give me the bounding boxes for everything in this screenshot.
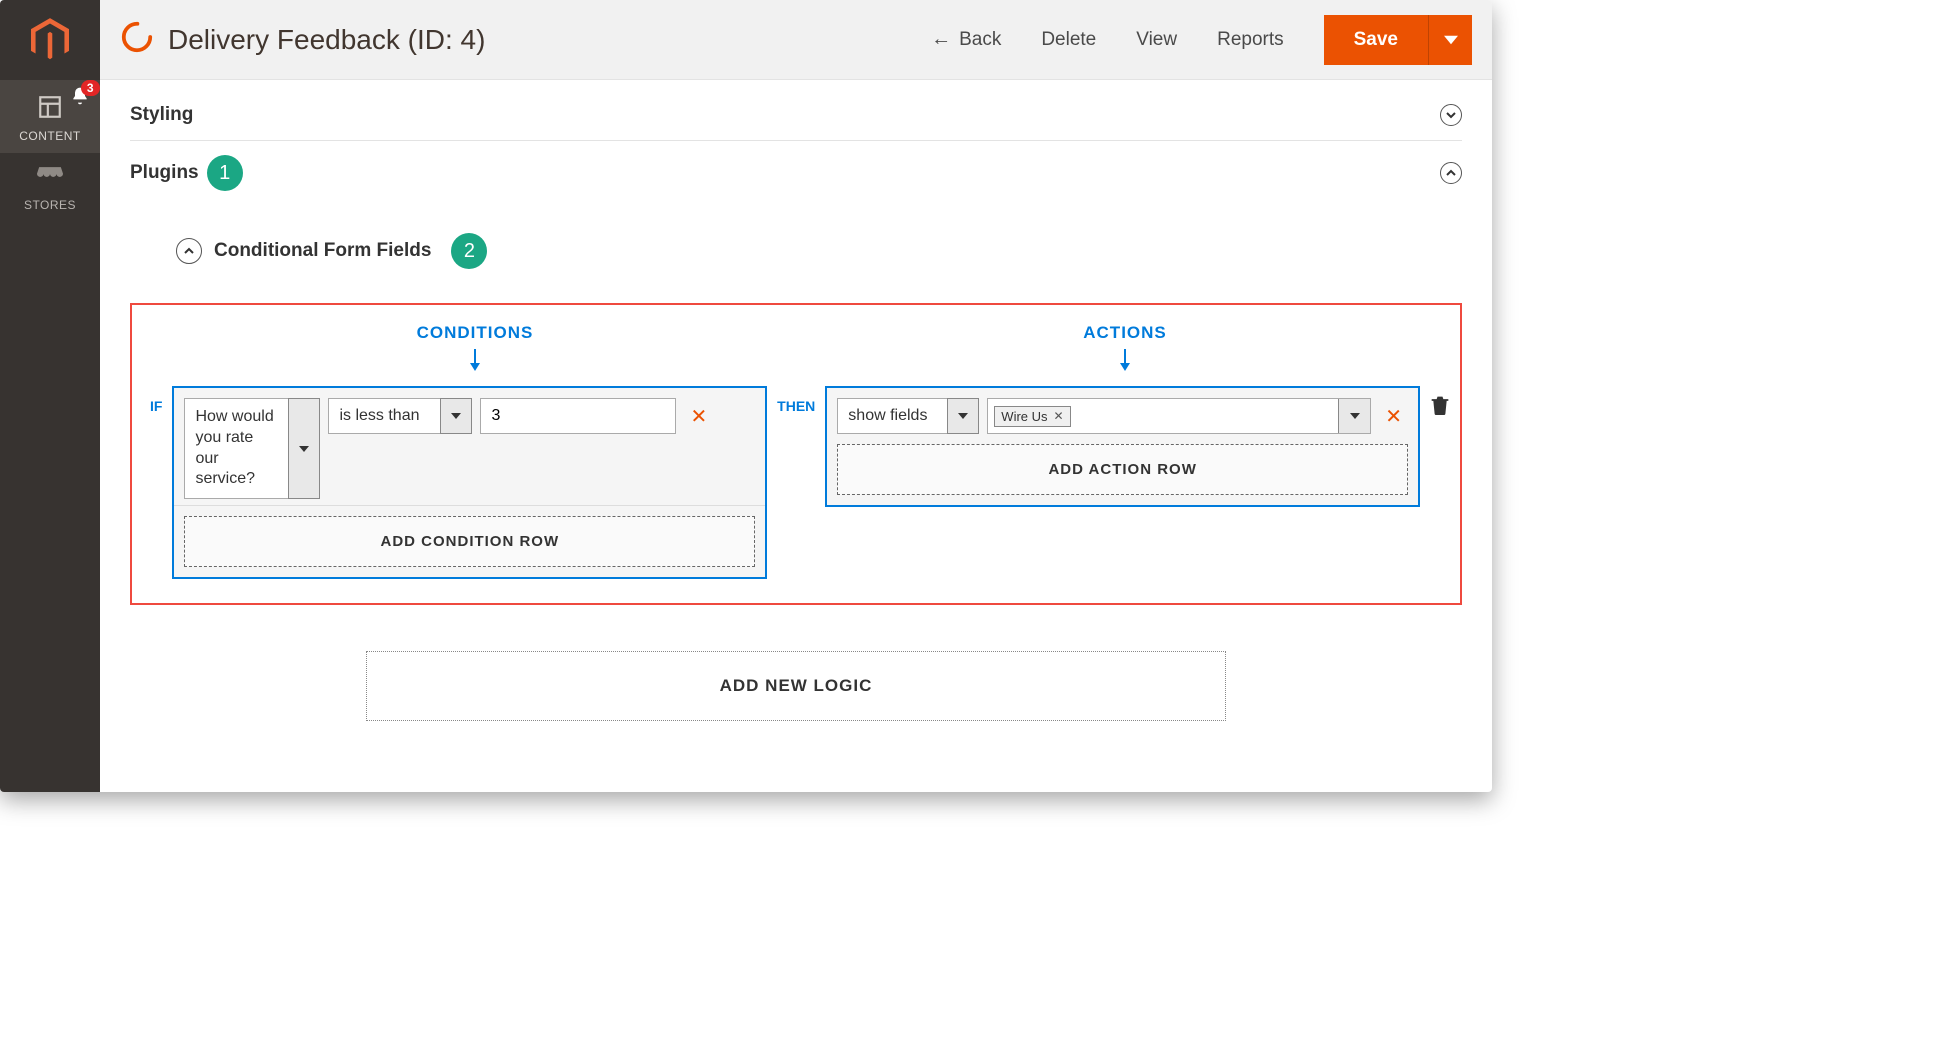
section-plugins-label: Plugins bbox=[130, 162, 199, 184]
delete-button[interactable]: Delete bbox=[1041, 29, 1096, 51]
main-area: Delivery Feedback (ID: 4) ← Back Delete … bbox=[100, 0, 1492, 792]
chevron-up-icon bbox=[184, 246, 194, 256]
view-button[interactable]: View bbox=[1136, 29, 1177, 51]
then-keyword: THEN bbox=[777, 386, 815, 414]
column-headers: CONDITIONS ACTIONS bbox=[150, 323, 1450, 386]
notification-badge: 3 bbox=[81, 80, 100, 96]
actions-column-header: ACTIONS bbox=[800, 323, 1450, 386]
add-condition-row-button[interactable]: ADD CONDITION ROW bbox=[184, 516, 755, 567]
top-bar: Delivery Feedback (ID: 4) ← Back Delete … bbox=[100, 0, 1492, 80]
notifications-bell[interactable]: 3 bbox=[70, 86, 90, 109]
conditions-heading: CONDITIONS bbox=[417, 323, 534, 342]
collapse-toggle-plugins[interactable] bbox=[1440, 162, 1462, 184]
selected-tag: Wire Us ✕ bbox=[994, 406, 1070, 427]
collapse-toggle-conditional[interactable] bbox=[176, 238, 202, 264]
save-button-group: Save bbox=[1324, 15, 1472, 65]
remove-condition-button[interactable]: ✕ bbox=[684, 398, 713, 429]
magento-logo[interactable] bbox=[0, 0, 100, 80]
section-styling[interactable]: Styling bbox=[130, 90, 1462, 141]
sidebar-item-label: CONTENT bbox=[19, 129, 81, 143]
caret-down-icon bbox=[451, 411, 461, 421]
caret-down-icon bbox=[299, 444, 309, 454]
logic-rule-block: CONDITIONS ACTIONS IF How would y bbox=[130, 303, 1462, 605]
subsection-conditional-fields[interactable]: Conditional Form Fields 2 bbox=[130, 205, 1462, 283]
condition-field-value: How would you rate our service? bbox=[184, 398, 288, 499]
section-styling-label: Styling bbox=[130, 104, 193, 126]
subsection-conditional-label: Conditional Form Fields bbox=[214, 240, 431, 262]
app-window: CONTENT 3 STORES Delivery Feedback (ID: … bbox=[0, 0, 1492, 792]
caret-down-icon bbox=[958, 411, 968, 421]
caret-down-icon bbox=[1350, 411, 1360, 421]
chevron-down-icon bbox=[1446, 110, 1456, 120]
save-button[interactable]: Save bbox=[1324, 15, 1428, 65]
sidebar-item-stores[interactable]: STORES bbox=[0, 153, 100, 222]
top-actions: ← Back Delete View Reports Save bbox=[931, 15, 1472, 65]
action-target-multiselect[interactable]: Wire Us ✕ bbox=[987, 398, 1371, 434]
dropdown-toggle[interactable] bbox=[440, 398, 472, 434]
callout-badge-2: 2 bbox=[451, 233, 487, 269]
reports-button[interactable]: Reports bbox=[1217, 29, 1284, 51]
actions-heading: ACTIONS bbox=[1083, 323, 1167, 342]
conditions-column-header: CONDITIONS bbox=[150, 323, 800, 386]
dropdown-toggle[interactable] bbox=[1338, 399, 1370, 433]
conditions-panel: How would you rate our service? is less … bbox=[172, 386, 767, 579]
sidebar-item-label: STORES bbox=[24, 198, 76, 212]
add-new-logic-button[interactable]: ADD NEW LOGIC bbox=[366, 651, 1226, 721]
remove-action-button[interactable]: ✕ bbox=[1379, 398, 1408, 429]
back-label: Back bbox=[959, 29, 1001, 51]
action-type-value: show fields bbox=[837, 398, 947, 434]
condition-field-select[interactable]: How would you rate our service? bbox=[184, 398, 320, 499]
remove-tag-button[interactable]: ✕ bbox=[1054, 409, 1064, 423]
stores-icon bbox=[0, 167, 100, 192]
save-dropdown-toggle[interactable] bbox=[1428, 15, 1472, 65]
condition-operator-select[interactable]: is less than bbox=[328, 398, 472, 434]
arrow-down-icon bbox=[800, 349, 1450, 376]
actions-panel: show fields Wire Us ✕ ✕ bbox=[825, 386, 1420, 507]
chevron-up-icon bbox=[1446, 168, 1456, 178]
logic-row: IF How would you rate our service? is le… bbox=[150, 386, 1450, 579]
tag-label: Wire Us bbox=[1001, 409, 1047, 424]
dropdown-toggle[interactable] bbox=[288, 398, 320, 499]
condition-operator-value: is less than bbox=[328, 398, 440, 434]
callout-badge-1: 1 bbox=[207, 155, 243, 191]
trash-icon bbox=[1430, 394, 1450, 416]
content-area: Styling Plugins 1 Conditional Form Field… bbox=[100, 80, 1492, 751]
collapse-toggle-styling[interactable] bbox=[1440, 104, 1462, 126]
condition-value-input[interactable] bbox=[480, 398, 676, 434]
delete-logic-button[interactable] bbox=[1430, 386, 1450, 421]
sidebar-item-content[interactable]: CONTENT 3 bbox=[0, 80, 100, 153]
admin-sidebar: CONTENT 3 STORES bbox=[0, 0, 100, 792]
if-keyword: IF bbox=[150, 386, 162, 414]
back-arrow-icon: ← bbox=[931, 28, 951, 51]
page-title: Delivery Feedback (ID: 4) bbox=[168, 24, 485, 56]
dropdown-toggle[interactable] bbox=[947, 398, 979, 434]
action-type-select[interactable]: show fields bbox=[837, 398, 979, 434]
add-action-row-button[interactable]: ADD ACTION ROW bbox=[837, 444, 1408, 495]
arrow-down-icon bbox=[150, 349, 800, 376]
section-plugins[interactable]: Plugins 1 bbox=[130, 141, 1462, 205]
caret-down-icon bbox=[1444, 33, 1458, 47]
spinner-icon bbox=[120, 20, 154, 59]
back-button[interactable]: ← Back bbox=[931, 28, 1001, 51]
